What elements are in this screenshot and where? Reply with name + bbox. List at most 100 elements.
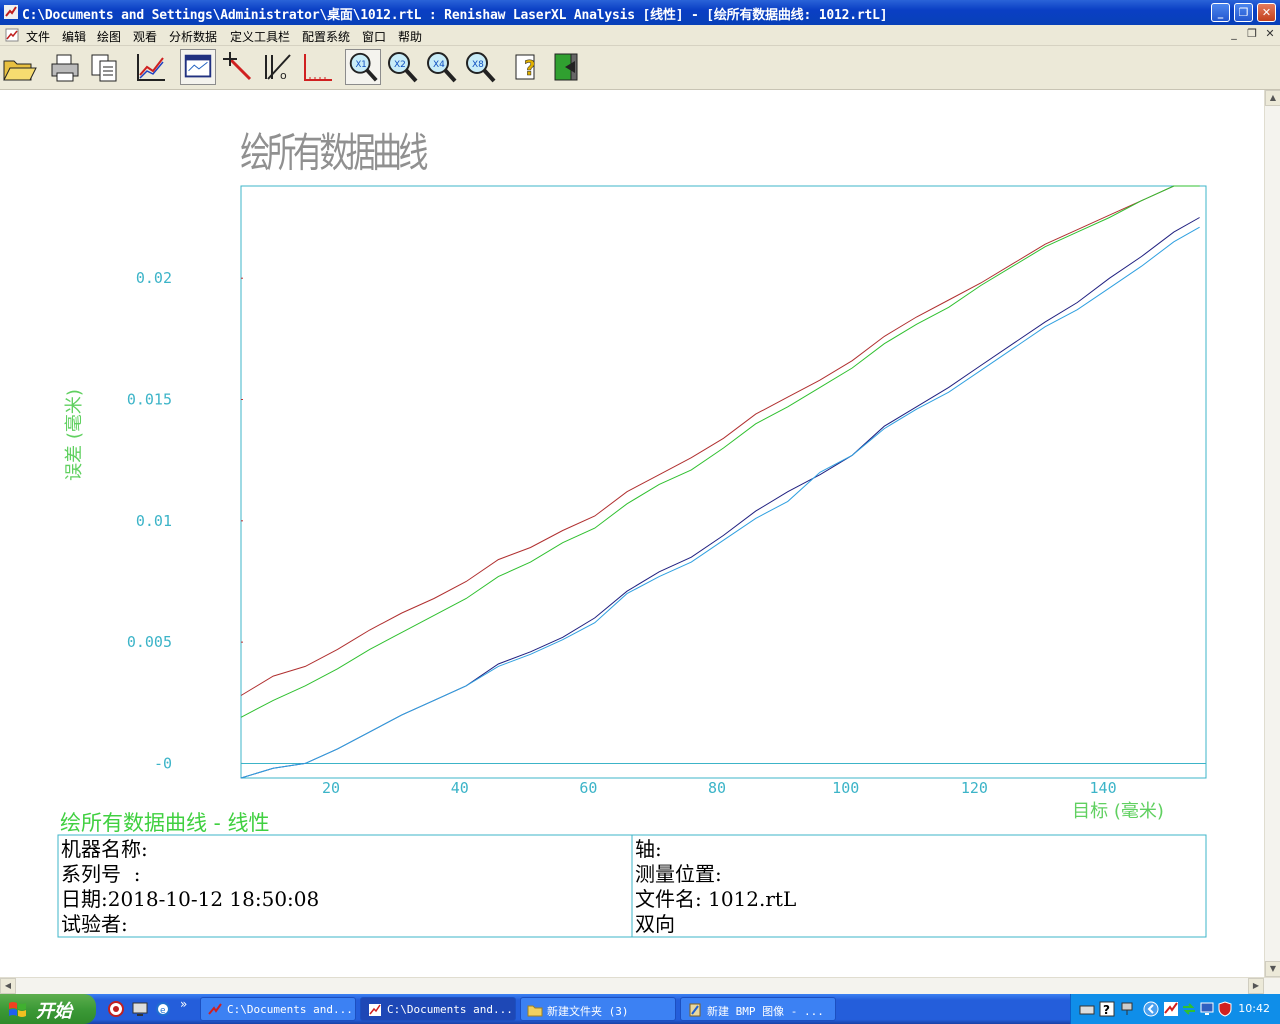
zoom-x1-button[interactable]: X1 xyxy=(345,49,381,85)
menu-bar: 文件 编辑 绘图 观看 分析数据 定义工具栏 配置系统 窗口 帮助 _ ❐ ✕ xyxy=(0,25,1280,46)
print-button[interactable] xyxy=(47,49,83,85)
menu-view[interactable]: 观看 xyxy=(133,28,157,45)
clock: 10:42 xyxy=(1238,1002,1270,1015)
y-axis: 0.02 0.015 0.01 0.005 -0 xyxy=(127,269,1206,772)
svg-text:e: e xyxy=(160,1006,166,1016)
menu-edit[interactable]: 编辑 xyxy=(62,28,86,45)
task-label: C:\Documents and... xyxy=(227,1003,353,1016)
copy-icon xyxy=(91,54,117,82)
quicklaunch-ie-icon[interactable]: e xyxy=(155,1001,171,1017)
help-button[interactable]: ? xyxy=(510,49,546,85)
menu-config[interactable]: 配置系统 xyxy=(302,28,350,45)
app-icon xyxy=(4,5,18,19)
x-tick-label: 80 xyxy=(708,779,726,797)
tester-label: 试验者: xyxy=(61,912,128,936)
quicklaunch-chevron-icon[interactable]: » xyxy=(180,997,187,1011)
axis-icon xyxy=(304,54,332,81)
scroll-down-arrow-icon[interactable]: ▼ xyxy=(1265,961,1280,977)
laser-doc-icon xyxy=(369,1004,381,1016)
title-bar[interactable]: C:\Documents and Settings\Administrator\… xyxy=(0,0,1280,25)
quicklaunch-app-icon[interactable] xyxy=(108,1001,124,1017)
zoom-x8-button[interactable]: X8 xyxy=(462,49,498,85)
scroll-left-arrow-icon[interactable]: ◀ xyxy=(0,978,16,994)
series-line-3 xyxy=(240,217,1200,779)
error-line-button[interactable] xyxy=(220,49,256,85)
x-tick-label: 120 xyxy=(961,779,988,797)
y-tick-label: -0 xyxy=(154,754,172,772)
mdi-close-button[interactable]: ✕ xyxy=(1262,27,1278,41)
task-label: C:\Documents and... xyxy=(387,1003,513,1016)
minimize-button[interactable]: _ xyxy=(1211,3,1230,22)
keyboard-icon[interactable] xyxy=(1079,1001,1095,1017)
mdi-minimize-button[interactable]: _ xyxy=(1226,27,1242,41)
task-label: 新建 BMP 图像 - ... xyxy=(707,1005,824,1018)
collapse-tray-icon[interactable] xyxy=(1143,1001,1159,1017)
close-button[interactable]: ✕ xyxy=(1257,3,1276,22)
sync-icon[interactable] xyxy=(1181,1001,1197,1017)
app-tray-icon[interactable] xyxy=(1163,1001,1179,1017)
slope-icon: o xyxy=(265,54,291,82)
mdi-restore-button[interactable]: ❐ xyxy=(1244,27,1260,41)
scroll-up-arrow-icon[interactable]: ▲ xyxy=(1265,90,1280,106)
laser-app-icon xyxy=(208,1003,222,1015)
x-tick-label: 60 xyxy=(579,779,597,797)
maximize-button[interactable]: ❐ xyxy=(1234,3,1253,22)
y-axis-label: 误差 (毫米) xyxy=(64,389,85,481)
folder-icon xyxy=(527,1005,543,1017)
x-axis-label: 目标 (毫米) xyxy=(1072,801,1164,822)
series-line-1 xyxy=(240,185,1200,696)
info-heading: 绘所有数据曲线 - 线性 xyxy=(60,811,269,835)
slope-button[interactable]: o xyxy=(260,49,296,85)
vertical-scrollbar[interactable]: ▲ ▼ xyxy=(1264,90,1280,977)
document-icon[interactable] xyxy=(5,28,19,42)
task-item[interactable]: C:\Documents and... xyxy=(360,997,516,1021)
zoom-x2-label: X2 xyxy=(394,60,406,70)
x-tick-label: 140 xyxy=(1090,779,1117,797)
serial-number-label: 系列号 : xyxy=(61,862,140,886)
open-icon xyxy=(3,60,37,81)
window-button[interactable] xyxy=(180,49,216,85)
menu-window[interactable]: 窗口 xyxy=(362,28,386,45)
menu-help[interactable]: 帮助 xyxy=(398,28,422,45)
menu-analyze[interactable]: 分析数据 xyxy=(169,28,217,45)
windows-logo-icon xyxy=(9,1002,26,1017)
chart-view: 绘所有数据曲线 0.02 0.015 0.01 0.005 -0 20 40 60 80 100… xyxy=(0,90,1264,977)
y-tick-label: 0.01 xyxy=(136,512,172,530)
direction-value: 双向 xyxy=(635,912,675,936)
plot-frame xyxy=(240,185,1207,779)
task-label: 新建文件夹 (3) xyxy=(547,1005,629,1018)
menu-file[interactable]: 文件 xyxy=(26,28,50,45)
machine-name-label: 机器名称: xyxy=(61,837,148,861)
task-item[interactable]: 新建文件夹 (3) xyxy=(520,997,676,1021)
monitor-icon[interactable] xyxy=(1199,1001,1215,1017)
y-tick-label: 0.005 xyxy=(127,633,172,651)
exit-button[interactable] xyxy=(549,49,585,85)
menu-toolbar[interactable]: 定义工具栏 xyxy=(230,28,290,45)
help-tray-icon[interactable]: ? xyxy=(1099,1001,1115,1017)
menu-plot[interactable]: 绘图 xyxy=(97,28,121,45)
quicklaunch-desktop-icon[interactable] xyxy=(132,1001,148,1017)
x-tick-label: 100 xyxy=(832,779,859,797)
zoom-x2-button[interactable]: X2 xyxy=(384,49,420,85)
copy-button[interactable] xyxy=(87,49,123,85)
chart-title: 绘所有数据曲线 xyxy=(240,130,428,176)
help-icon: ? xyxy=(515,54,536,80)
axis-button[interactable] xyxy=(300,49,336,85)
plot-button[interactable] xyxy=(133,49,169,85)
zoom-x4-button[interactable]: X4 xyxy=(423,49,459,85)
svg-text:?: ? xyxy=(1103,1003,1110,1017)
scroll-right-arrow-icon[interactable]: ▶ xyxy=(1248,978,1264,994)
start-button[interactable]: 开始 xyxy=(0,994,96,1024)
error-line-icon xyxy=(223,52,252,81)
zoom-x8-icon: X8 xyxy=(466,52,496,83)
horizontal-scrollbar[interactable]: ◀ ▶ xyxy=(0,977,1280,994)
date-value: 日期:2018-10-12 18:50:08 xyxy=(61,887,319,911)
network-icon[interactable] xyxy=(1119,1001,1135,1017)
shield-icon[interactable] xyxy=(1217,1001,1233,1017)
open-button[interactable] xyxy=(1,49,37,85)
task-item[interactable]: C:\Documents and... xyxy=(200,997,356,1021)
axis-info-label: 轴: xyxy=(635,837,662,861)
zoom-x4-icon: X4 xyxy=(427,52,457,83)
task-item[interactable]: 新建 BMP 图像 - ... xyxy=(680,997,836,1021)
y-tick-label: 0.02 xyxy=(136,269,172,287)
